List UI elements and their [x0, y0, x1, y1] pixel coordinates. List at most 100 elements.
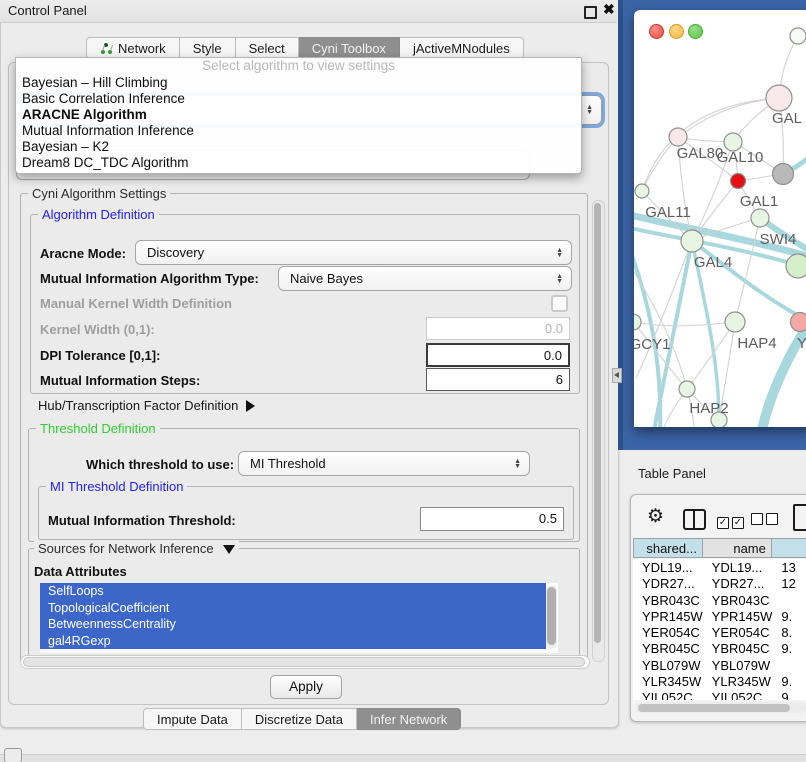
network-node-label: HAP4 [737, 335, 776, 352]
checked-box-icon: ✓ [732, 517, 744, 529]
panel-title: Control Panel [8, 3, 87, 18]
attribute-list-item[interactable]: TopologicalCoefficient [40, 600, 546, 617]
panel-splitter-handle[interactable] [612, 368, 622, 383]
scrollbar-thumb[interactable] [638, 704, 790, 712]
mac-zoom-traffic-light[interactable] [688, 24, 703, 39]
attribute-list-item[interactable]: SelfLoops [40, 583, 546, 600]
settings-vertical-scrollbar[interactable] [592, 200, 605, 662]
table-row[interactable]: YBR045CYBR045C9. [633, 640, 806, 656]
algorithm-dropdown-popup: Select algorithm to view settings Bayesi… [15, 57, 582, 174]
network-node[interactable] [634, 314, 641, 330]
network-node[interactable] [669, 128, 687, 146]
mi-steps-field[interactable]: 6 [426, 368, 570, 391]
column-header[interactable] [772, 539, 806, 557]
columns-icon[interactable] [683, 509, 706, 530]
mac-minimize-traffic-light[interactable] [669, 24, 684, 39]
table-row[interactable]: YBR043CYBR043C [633, 592, 806, 608]
attributes-scrollbar[interactable] [546, 585, 557, 649]
dropdown-item[interactable]: Bayesian – K2 [16, 139, 581, 155]
table-cell [772, 592, 806, 608]
table-row[interactable]: YBL079WYBL079W [633, 657, 806, 673]
tab-discretize-data[interactable]: Discretize Data [242, 708, 357, 730]
tab-select[interactable]: Select [236, 37, 299, 59]
network-node[interactable] [681, 230, 703, 252]
tab-network[interactable]: Network [86, 37, 180, 59]
manual-kernel-checkbox[interactable] [551, 295, 568, 312]
kernel-width-field[interactable]: 0.0 [426, 317, 570, 340]
which-threshold-value: MI Threshold [250, 456, 326, 471]
which-threshold-combobox[interactable]: MI Threshold ▲▼ [238, 451, 530, 476]
dropdown-item[interactable]: Dream8 DC_TDC Algorithm [16, 155, 581, 171]
network-node[interactable] [725, 312, 745, 332]
scrollbar-thumb[interactable] [547, 587, 556, 645]
table-cell: YER054C [633, 624, 703, 640]
panel-collapse-button[interactable] [4, 748, 22, 762]
gear-icon[interactable]: ⚙ [647, 505, 664, 528]
attribute-list-item[interactable]: BetweennessCentrality [40, 616, 546, 633]
dropdown-item[interactable]: Bayesian – Hill Climbing [16, 75, 581, 91]
mi-type-label: Mutual Information Algorithm Type: [40, 271, 259, 286]
tab-cyni-toolbox[interactable]: Cyni Toolbox [299, 37, 400, 59]
bottom-tabs: Impute Data Discretize Data Infer Network [143, 708, 461, 730]
mi-threshold-field[interactable]: 0.5 [420, 507, 564, 531]
sources-toggle[interactable]: Sources for Network Inference [34, 541, 239, 556]
kernel-width-label: Kernel Width (0,1): [40, 322, 155, 337]
scrollbar-thumb[interactable] [23, 657, 585, 667]
table-row[interactable]: YER054CYER054C8. [633, 624, 806, 640]
network-node-label: Y [797, 335, 806, 352]
table-row[interactable]: YDR27...YDR27...12 [633, 575, 806, 591]
table-horizontal-scrollbar[interactable] [636, 702, 806, 713]
dropdown-item[interactable]: Basic Correlation Inference [16, 91, 581, 107]
mi-threshold-label: Mutual Information Threshold: [48, 513, 236, 528]
tab-jactivemnodules[interactable]: jActiveMNodules [400, 37, 524, 59]
combo-stepper-icon: ▲▼ [556, 248, 563, 258]
tab-impute-data[interactable]: Impute Data [143, 708, 242, 730]
mi-type-combobox[interactable]: Naive Bayes ▲▼ [278, 266, 572, 291]
aracne-mode-combobox[interactable]: Discovery ▲▼ [135, 240, 572, 265]
table-row[interactable]: YLR345WYLR345W9. [633, 673, 806, 689]
close-icon[interactable]: ✖ [603, 1, 615, 18]
dropdown-item[interactable]: ARACNE Algorithm [16, 107, 581, 123]
table-cell: YBL079W [703, 657, 773, 673]
hub-definition-toggle[interactable]: Hub/Transcription Factor Definition [38, 398, 255, 413]
table-row[interactable]: YIL052CYIL052C9 [633, 689, 806, 700]
network-node[interactable] [679, 381, 695, 397]
table-body: YDL19...YDL19...13YDR27...YDR27...12YBR0… [633, 559, 806, 700]
table-row[interactable]: YDL19...YDL19...13 [633, 559, 806, 575]
table-row[interactable]: YPR145WYPR145W9. [633, 608, 806, 624]
threshold-definition-title: Threshold Definition [36, 421, 160, 436]
tab-label: Infer Network [370, 712, 447, 727]
clipboard-icon[interactable] [793, 504, 806, 531]
aracne-mode-label: Aracne Mode: [40, 246, 126, 261]
tab-label: Cyni Toolbox [312, 41, 386, 56]
network-node[interactable] [791, 313, 806, 332]
network-node[interactable] [731, 174, 746, 189]
tab-infer-network[interactable]: Infer Network [357, 708, 461, 730]
network-node[interactable] [790, 28, 806, 44]
network-view-window: GALGAL80GAL10GAL1GAL11SWI4GAL4GCY1HAP4YH… [634, 10, 806, 427]
network-node[interactable] [635, 184, 649, 198]
table-cell: YER054C [703, 624, 773, 640]
float-window-icon[interactable] [584, 6, 597, 19]
scrollbar-thumb[interactable] [594, 203, 601, 643]
network-node[interactable] [751, 209, 769, 227]
deselect-all-checkboxes-icon[interactable] [751, 512, 781, 530]
network-node[interactable] [766, 85, 792, 111]
network-canvas[interactable]: GALGAL80GAL10GAL1GAL11SWI4GAL4GCY1HAP4YH… [634, 10, 806, 427]
apply-button[interactable]: Apply [270, 675, 342, 699]
tab-label: Impute Data [157, 712, 228, 727]
network-node[interactable] [786, 254, 806, 278]
data-attributes-label: Data Attributes [34, 564, 127, 579]
settings-horizontal-scrollbar[interactable] [20, 655, 590, 669]
select-all-checkboxes-icon[interactable]: ✓✓ [717, 512, 747, 530]
network-node[interactable] [773, 164, 794, 185]
column-header[interactable]: name [703, 539, 772, 557]
table-cell: YBR043C [703, 592, 773, 608]
network-node-label: GAL1 [740, 193, 778, 210]
tab-style[interactable]: Style [180, 37, 236, 59]
column-header[interactable]: shared... [634, 539, 703, 557]
mac-close-traffic-light[interactable] [649, 24, 664, 39]
attribute-list-item[interactable]: gal4RGexp [40, 633, 546, 650]
dropdown-item[interactable]: Mutual Information Inference [16, 123, 581, 139]
dpi-tolerance-field[interactable]: 0.0 [426, 343, 570, 367]
